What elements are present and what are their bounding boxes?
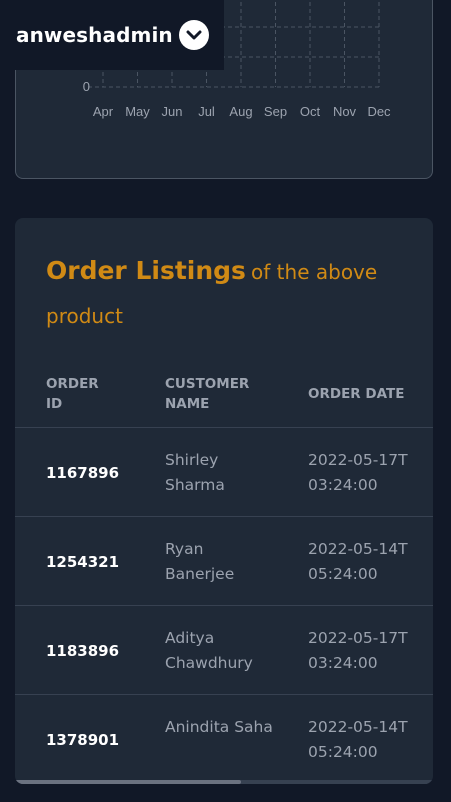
table-row[interactable]: 1378901 Anindita Saha 2022-05-14T05:24:0… (15, 695, 433, 784)
order-date: 2022-05-14T05:24:00 (308, 540, 408, 583)
column-header-order-date[interactable]: ORDER DATE (308, 384, 428, 404)
username: anweshadmin (16, 23, 173, 47)
order-listings-card: Order Listings of the above product ORDE… (15, 218, 433, 784)
customer-name: Shirley Sharma (165, 451, 225, 494)
horizontal-scrollbar[interactable] (15, 780, 433, 784)
table-row[interactable]: 1167896 Shirley Sharma 2022-05-17T03:24:… (15, 428, 433, 517)
order-id: 1183896 (46, 641, 120, 660)
x-tick-label: Dec (367, 104, 391, 119)
x-tick-label: Oct (300, 104, 321, 119)
order-listings-heading: Order Listings of the above product (46, 250, 416, 339)
x-tick-label: Sep (264, 104, 287, 119)
order-date: 2022-05-17T03:24:00 (308, 629, 408, 672)
y-tick-label: 0 (83, 79, 90, 94)
table-row[interactable]: 1183896 Aditya Chawdhury 2022-05-17T03:2… (15, 606, 433, 695)
scrollbar-thumb[interactable] (15, 780, 241, 784)
column-header-customer-name[interactable]: CUSTOMER NAME (165, 374, 265, 414)
table-row[interactable]: 1254321 Ryan Banerjee 2022-05-14T05:24:0… (15, 517, 433, 606)
order-date: 2022-05-17T03:24:00 (308, 451, 408, 494)
order-id: 1378901 (46, 730, 120, 749)
customer-name: Aditya Chawdhury (165, 629, 253, 672)
x-tick-label: Nov (333, 104, 357, 119)
table-header: ORDER ID CUSTOMER NAME ORDER DATE (15, 364, 433, 428)
x-tick-label: Aug (229, 104, 252, 119)
order-id: 1167896 (46, 463, 120, 482)
x-tick-label: May (125, 104, 150, 119)
customer-name: Anindita Saha (165, 718, 273, 736)
x-tick-label: Apr (93, 104, 114, 119)
user-menu[interactable]: anweshadmin (0, 0, 224, 70)
order-date: 2022-05-14T05:24:00 (308, 718, 408, 761)
column-header-order-id[interactable]: ORDER ID (46, 374, 106, 414)
order-id: 1254321 (46, 552, 120, 571)
x-tick-label: Jul (198, 104, 215, 119)
chevron-down-icon[interactable] (178, 20, 209, 50)
order-listings-title: Order Listings (46, 256, 246, 285)
x-tick-label: Jun (162, 104, 183, 119)
customer-name: Ryan Banerjee (165, 540, 235, 583)
